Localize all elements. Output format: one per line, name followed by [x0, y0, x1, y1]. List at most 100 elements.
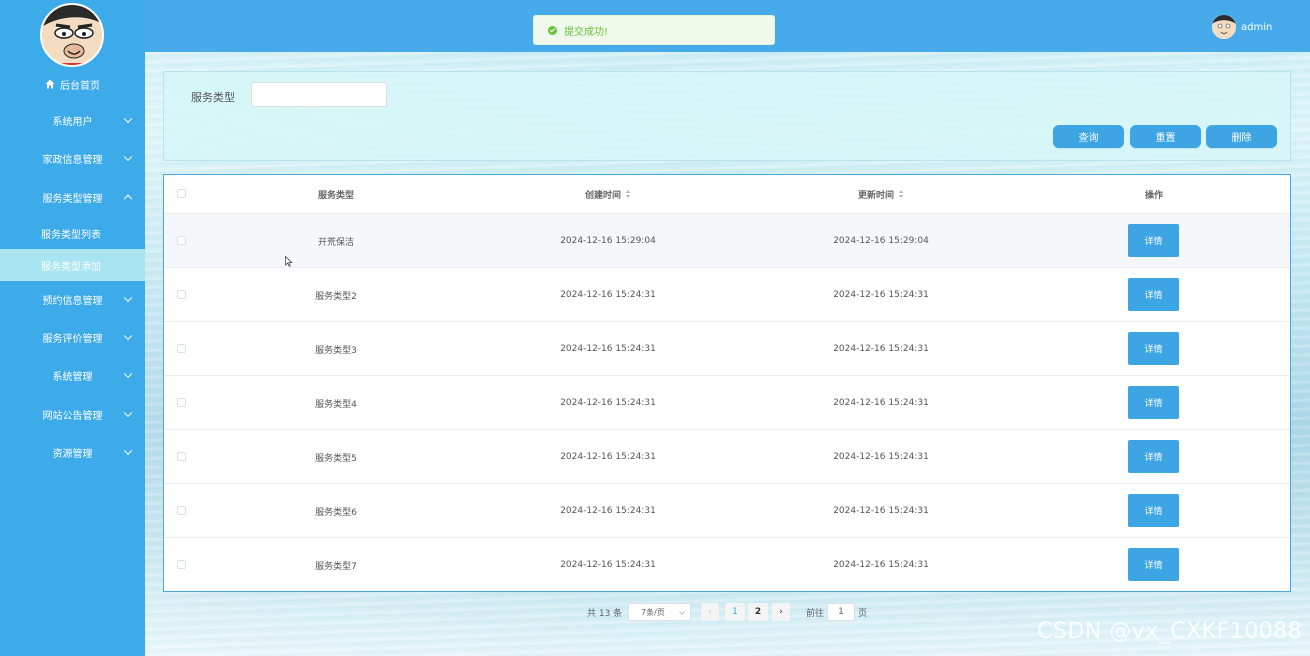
chevron-left-icon: ‹	[708, 607, 712, 617]
sidebar-item-label: 服务类型管理	[42, 193, 103, 205]
sidebar-item-system-management[interactable]: 系统管理	[0, 357, 145, 393]
cell-created-time: 2024-12-16 15:24:31	[560, 506, 656, 516]
column-header-service-type: 服务类型	[266, 175, 406, 213]
column-header-label: 创建时间	[584, 190, 621, 201]
delete-button[interactable]: 删除	[1206, 125, 1277, 148]
prev-page-button[interactable]: ‹	[701, 603, 719, 621]
cell-created-time: 2024-12-16 15:24:31	[560, 452, 656, 462]
sidebar-subitem-label: 服务类型添加	[41, 261, 101, 273]
sidebar-item-label: 后台首页	[60, 80, 100, 92]
row-checkbox[interactable]	[177, 290, 186, 299]
cell-updated-time: 2024-12-16 15:24:31	[833, 290, 929, 300]
row-checkbox[interactable]	[177, 236, 186, 245]
chevron-down-icon	[123, 152, 133, 162]
toast-message: 提交成功!	[564, 26, 609, 38]
chevron-down-icon	[123, 293, 133, 303]
column-header-actions: 操作	[1084, 175, 1224, 213]
cell-created-time: 2024-12-16 15:24:31	[560, 398, 656, 408]
cell-created-time: 2024-12-16 15:24:31	[560, 344, 656, 354]
sidebar-item-label: 预约信息管理	[42, 295, 103, 307]
sidebar-subitem-label: 服务类型列表	[41, 229, 101, 241]
column-header-created[interactable]: 创建时间	[538, 175, 678, 213]
select-all-checkbox[interactable]	[177, 189, 186, 198]
detail-button[interactable]: 详情	[1128, 332, 1179, 365]
detail-button[interactable]: 详情	[1128, 440, 1179, 473]
detail-button[interactable]: 详情	[1128, 494, 1179, 527]
cell-updated-time: 2024-12-16 15:29:04	[833, 236, 929, 246]
cell-created-time: 2024-12-16 15:24:31	[560, 560, 656, 570]
pagination-total: 共 13 条	[587, 608, 623, 619]
cell-service-type: 服务类型7	[315, 561, 357, 572]
chevron-down-icon	[123, 369, 133, 379]
row-checkbox[interactable]	[177, 452, 186, 461]
table-row: 服务类型5 2024-12-16 15:24:31 2024-12-16 15:…	[164, 429, 1290, 483]
row-checkbox[interactable]	[177, 560, 186, 569]
cell-service-type: 服务类型4	[315, 399, 357, 410]
cell-created-time: 2024-12-16 15:29:04	[560, 236, 656, 246]
table-row: 服务类型2 2024-12-16 15:24:31 2024-12-16 15:…	[164, 267, 1290, 321]
cell-updated-time: 2024-12-16 15:24:31	[833, 506, 929, 516]
sidebar-item-resources[interactable]: 资源管理	[0, 434, 145, 470]
chevron-down-icon	[123, 408, 133, 418]
table-row: 开荒保洁 2024-12-16 15:29:04 2024-12-16 15:2…	[164, 213, 1290, 267]
sidebar: 后台首页 系统用户 家政信息管理 服务类型管理 服务类型列表 服务类型添加 预约…	[0, 0, 145, 656]
detail-button[interactable]: 详情	[1128, 278, 1179, 311]
chevron-down-icon	[679, 609, 685, 615]
sidebar-item-home[interactable]: 后台首页	[0, 66, 145, 102]
row-checkbox[interactable]	[177, 344, 186, 353]
sort-icon[interactable]	[899, 190, 904, 198]
chevron-right-icon: ›	[779, 607, 783, 617]
column-header-label: 操作	[1144, 190, 1163, 201]
next-page-button[interactable]: ›	[772, 603, 790, 621]
reset-button[interactable]: 重置	[1130, 125, 1201, 148]
data-table: 服务类型 创建时间 更新时间 操作 开荒保洁 2024-12-16 15:29:…	[163, 174, 1291, 592]
cell-service-type: 服务类型3	[315, 345, 357, 356]
avatar	[40, 3, 104, 67]
sidebar-item-appointment[interactable]: 预约信息管理	[0, 281, 145, 317]
username: admin	[1241, 21, 1273, 33]
home-icon	[45, 79, 55, 89]
column-header-label: 服务类型	[317, 190, 354, 201]
sidebar-item-system-users[interactable]: 系统用户	[0, 102, 145, 138]
detail-button[interactable]: 详情	[1128, 386, 1179, 419]
table-row: 服务类型3 2024-12-16 15:24:31 2024-12-16 15:…	[164, 321, 1290, 375]
sidebar-item-label: 网站公告管理	[42, 410, 103, 422]
watermark: CSDN @vx_CXKF10088	[1037, 619, 1303, 644]
cell-service-type: 服务类型5	[315, 453, 357, 464]
cell-updated-time: 2024-12-16 15:24:31	[833, 560, 929, 570]
chevron-down-icon	[123, 331, 133, 341]
mouse-cursor-icon	[285, 256, 293, 267]
check-circle-icon	[548, 25, 557, 35]
page-button[interactable]: 2	[748, 603, 768, 621]
row-checkbox[interactable]	[177, 398, 186, 407]
detail-button[interactable]: 详情	[1128, 548, 1179, 581]
sidebar-item-housekeeping-info[interactable]: 家政信息管理	[0, 140, 145, 176]
column-header-updated[interactable]: 更新时间	[811, 175, 951, 213]
sidebar-subitem-service-type-add[interactable]: 服务类型添加	[0, 249, 145, 281]
table-row: 服务类型7 2024-12-16 15:24:31 2024-12-16 15:…	[164, 537, 1290, 591]
table-row: 服务类型4 2024-12-16 15:24:31 2024-12-16 15:…	[164, 375, 1290, 429]
sidebar-item-service-type[interactable]: 服务类型管理	[0, 179, 145, 215]
query-button[interactable]: 查询	[1053, 125, 1124, 148]
search-panel: 服务类型 查询 重置 删除	[163, 71, 1291, 161]
sidebar-item-service-review[interactable]: 服务评价管理	[0, 319, 145, 355]
cell-service-type: 服务类型6	[315, 507, 357, 518]
sidebar-subitem-service-type-list[interactable]: 服务类型列表	[0, 217, 145, 249]
user-menu[interactable]: admin	[1212, 15, 1272, 39]
user-avatar	[1212, 15, 1236, 39]
page-size-select[interactable]: 7条/页	[628, 603, 691, 621]
page-size-value: 7条/页	[641, 607, 665, 617]
row-checkbox[interactable]	[177, 506, 186, 515]
detail-button[interactable]: 详情	[1128, 224, 1179, 257]
sort-icon[interactable]	[626, 190, 631, 198]
goto-page-input[interactable]: 1	[827, 603, 855, 621]
cell-updated-time: 2024-12-16 15:24:31	[833, 398, 929, 408]
page-button[interactable]: 1	[725, 603, 745, 621]
cell-updated-time: 2024-12-16 15:24:31	[833, 452, 929, 462]
chevron-down-icon	[123, 114, 133, 124]
search-label: 服务类型	[191, 91, 235, 104]
cell-created-time: 2024-12-16 15:24:31	[560, 290, 656, 300]
sidebar-item-site-notice[interactable]: 网站公告管理	[0, 396, 145, 432]
service-type-search-input[interactable]	[251, 82, 387, 107]
cell-updated-time: 2024-12-16 15:24:31	[833, 344, 929, 354]
